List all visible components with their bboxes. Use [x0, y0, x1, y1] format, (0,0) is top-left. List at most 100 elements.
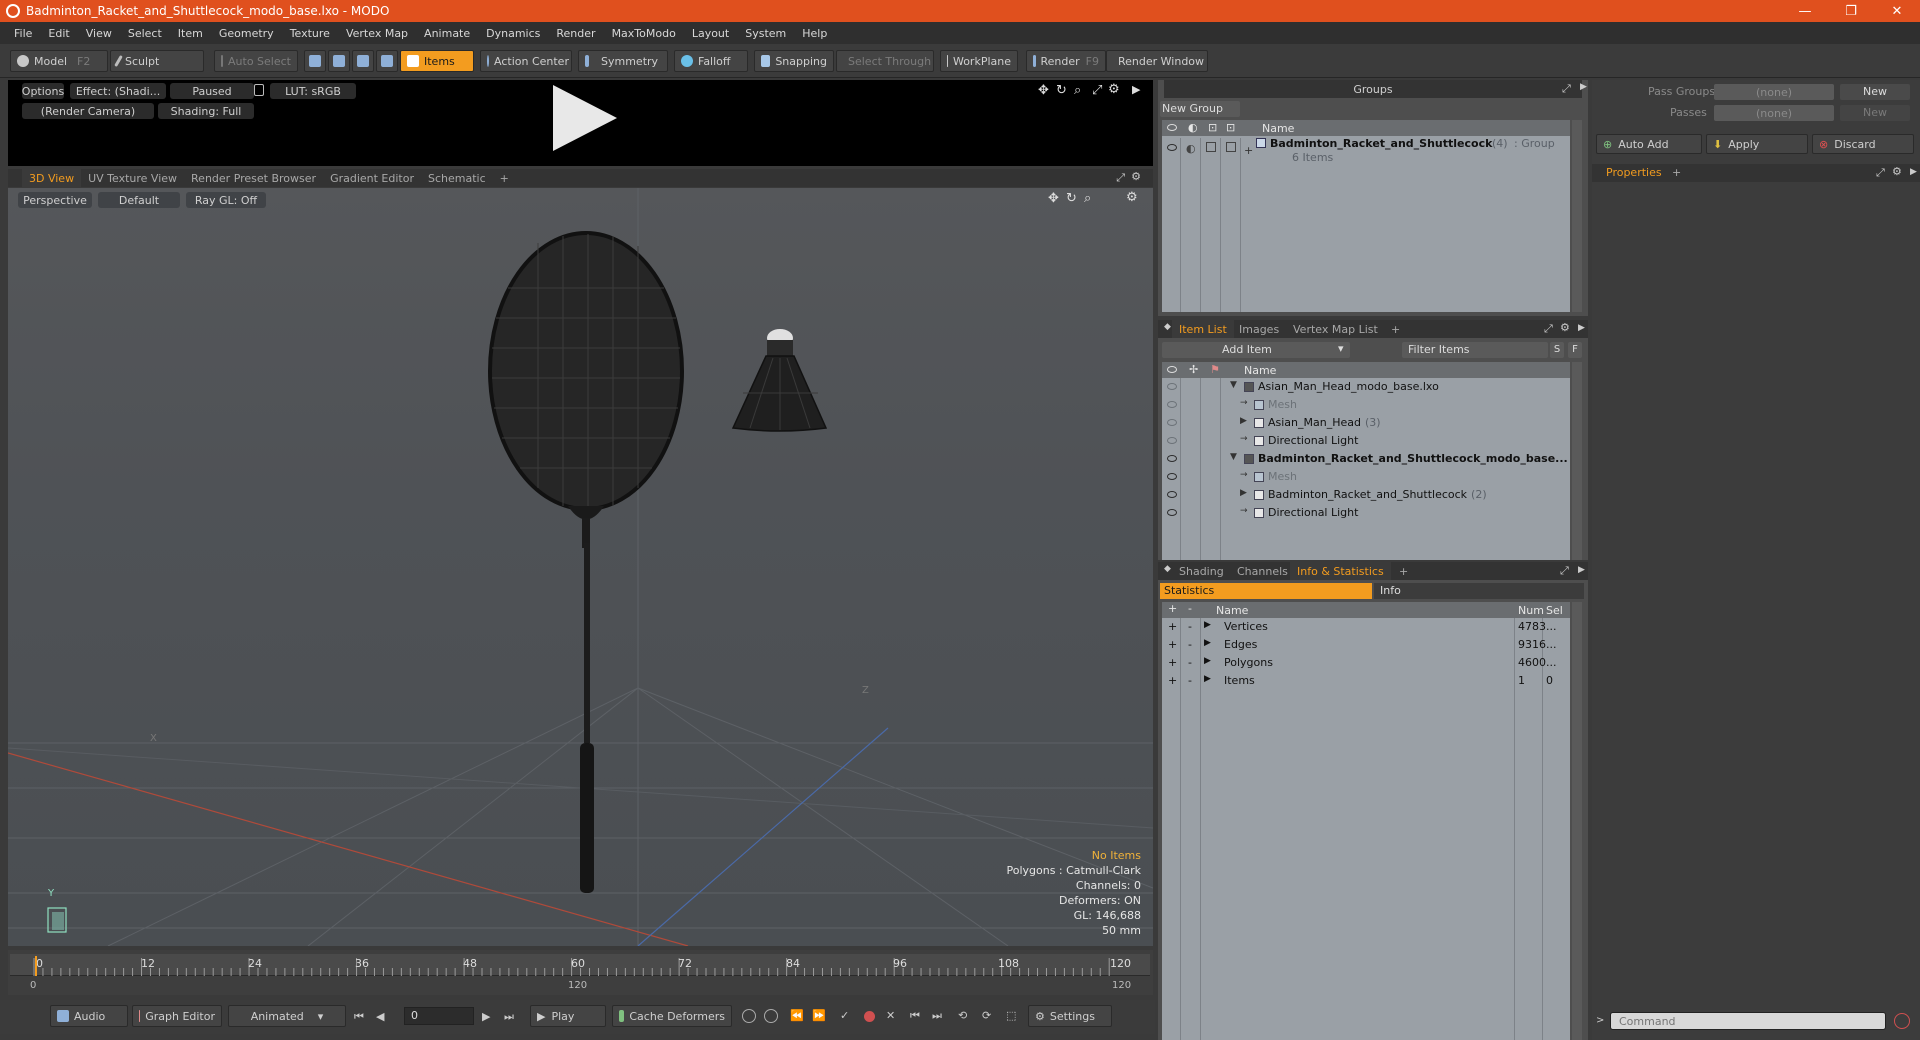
graph-editor-button[interactable]: Graph Editor	[132, 1005, 222, 1027]
groups-maximize-icon[interactable]: ⤢	[1562, 82, 1571, 96]
menu-select[interactable]: Select	[120, 27, 170, 40]
symmetry-button[interactable]: Symmetry	[578, 50, 668, 72]
statistics-subtab[interactable]: Statistics	[1160, 583, 1372, 599]
preview-paused-button[interactable]: Paused	[170, 83, 254, 99]
tab-3d-view[interactable]: 3D View	[22, 169, 82, 187]
command-input[interactable]	[1610, 1012, 1886, 1030]
collapse-icon[interactable]: ▼	[1230, 452, 1237, 462]
add-selection-icon[interactable]: +	[1168, 620, 1177, 633]
tab-gradient-editor[interactable]: Gradient Editor	[323, 169, 421, 187]
polygons-mode-button[interactable]	[352, 50, 374, 72]
visibility-eye-icon[interactable]	[1167, 419, 1177, 426]
viewport-rotate-icon[interactable]: ↻	[1066, 191, 1077, 206]
add-stats-tab-button[interactable]: +	[1392, 562, 1415, 580]
lock-icon[interactable]	[254, 84, 264, 96]
collapse-icon[interactable]: ▼	[1230, 380, 1237, 390]
preview-options-button[interactable]: Options	[22, 83, 64, 99]
visibility-eye-icon[interactable]	[1167, 401, 1177, 408]
passes-dropdown[interactable]: (none)	[1714, 105, 1834, 121]
filter-s-button[interactable]: S	[1550, 342, 1564, 358]
render-toggle-icon[interactable]: ◐	[1186, 142, 1196, 155]
stats-arrow-icon[interactable]: ▶	[1578, 565, 1585, 575]
menu-file[interactable]: File	[6, 27, 40, 40]
child-arrow-icon[interactable]: →	[1240, 470, 1248, 480]
menu-edit[interactable]: Edit	[40, 27, 77, 40]
model-mode-button[interactable]: Model F2	[10, 50, 108, 72]
vertices-mode-button[interactable]	[304, 50, 326, 72]
play-preview-icon[interactable]	[553, 85, 617, 151]
visibility-eye-icon[interactable]	[1167, 144, 1177, 151]
collapse-all-icon[interactable]: -	[1188, 602, 1192, 615]
settings-button[interactable]: ⚙ Settings	[1028, 1005, 1112, 1027]
preview-effect-dropdown[interactable]: Effect: (Shadi...	[70, 83, 166, 99]
key-prev-icon[interactable]: ⏮	[910, 1009, 920, 1023]
remove-selection-icon[interactable]: -	[1188, 638, 1192, 651]
gear-icon[interactable]: ⚙	[1108, 82, 1120, 97]
items-mode-button[interactable]: Items	[400, 50, 474, 72]
command-history-icon[interactable]	[1894, 1013, 1910, 1029]
record-key-icon[interactable]	[742, 1009, 756, 1023]
expand-icon[interactable]: +	[1244, 144, 1253, 157]
itemlist-arrow-icon[interactable]: ▶	[1578, 323, 1585, 333]
set-key-icon[interactable]: ✓	[840, 1009, 849, 1022]
current-frame-input[interactable]: 0	[404, 1007, 474, 1025]
range-mid[interactable]: 120	[568, 980, 587, 991]
maximize-panel-icon[interactable]: ⤢	[1116, 171, 1125, 185]
visibility-eye-icon[interactable]	[1167, 473, 1177, 480]
info-subtab[interactable]: Info	[1374, 583, 1584, 599]
materials-mode-button[interactable]	[376, 50, 398, 72]
expand-icon[interactable]: ▶	[1240, 416, 1247, 426]
zoom-view-icon[interactable]: ⌕	[1074, 83, 1081, 98]
move-view-icon[interactable]: ✥	[1038, 83, 1049, 98]
expand-icon[interactable]: ▶	[1240, 488, 1247, 498]
new-group-button[interactable]: New Group	[1160, 101, 1240, 117]
lock-toggle-icon[interactable]	[1206, 142, 1216, 152]
preview-shading-dropdown[interactable]: Shading: Full	[158, 103, 254, 119]
menu-animate[interactable]: Animate	[416, 27, 478, 40]
menu-geometry[interactable]: Geometry	[211, 27, 282, 40]
menu-help[interactable]: Help	[794, 27, 835, 40]
step-back-icon[interactable]: ◀	[376, 1010, 384, 1023]
tab-channels[interactable]: Channels	[1230, 562, 1295, 580]
menu-render[interactable]: Render	[548, 27, 603, 40]
tab-vertex-map-list[interactable]: Vertex Map List	[1286, 320, 1385, 338]
color-col-icon[interactable]: ⚑	[1210, 363, 1220, 376]
list-item[interactable]: ▼ Badminton_Racket_and_Shuttlecock_modo_b…	[1162, 450, 1570, 468]
animated-dropdown[interactable]: Animated ▾	[228, 1005, 346, 1027]
default-dropdown[interactable]: Default	[98, 192, 180, 208]
list-item[interactable]: ▼ Asian_Man_Head_modo_base.lxo	[1162, 378, 1570, 396]
step-forward-icon[interactable]: ▶	[482, 1010, 490, 1023]
groups-scrollbar[interactable]	[1572, 120, 1582, 312]
statistics-table[interactable]: + - Name Num Sel + - ▶ Vertices 4783... + - ▶ Ed…	[1162, 602, 1570, 1040]
record-icon[interactable]	[864, 1011, 875, 1022]
render-button[interactable]: Render F9	[1026, 50, 1106, 72]
tab-properties[interactable]: Properties	[1606, 166, 1662, 179]
timeline[interactable]: 0 12 24 36 48 60 72 84 96 108 120 0 120 …	[8, 950, 1153, 995]
properties-maximize-icon[interactable]: ⤢	[1876, 166, 1885, 180]
table-row[interactable]: + - ▶ Edges 9316...	[1162, 636, 1570, 654]
badminton-racket-model[interactable]	[488, 231, 684, 893]
maximize-view-icon[interactable]: ⤢	[1092, 83, 1102, 98]
falloff-button[interactable]: Falloff	[674, 50, 748, 72]
stats-scrollbar[interactable]	[1572, 602, 1582, 1040]
pass-groups-dropdown[interactable]: (none)	[1714, 84, 1834, 100]
visibility-eye-icon[interactable]	[1167, 455, 1177, 462]
tab-images[interactable]: Images	[1232, 320, 1286, 338]
itemlist-name-column[interactable]: Name	[1244, 364, 1276, 377]
expand-icon[interactable]: ▶	[1204, 674, 1211, 684]
list-item[interactable]: → Mesh	[1162, 468, 1570, 486]
properties-gear-icon[interactable]: ⚙	[1892, 165, 1902, 178]
tab-render-preset-browser[interactable]: Render Preset Browser	[184, 169, 323, 187]
go-to-end-icon[interactable]: ⏭	[504, 1010, 514, 1024]
menu-system[interactable]: System	[737, 27, 794, 40]
range-start[interactable]: 0	[30, 980, 36, 991]
edges-mode-button[interactable]	[328, 50, 350, 72]
sculpt-mode-button[interactable]: Sculpt	[110, 50, 204, 72]
stats-maximize-icon[interactable]: ⤢	[1560, 564, 1569, 578]
table-row[interactable]: + - ▶ Polygons 4600...	[1162, 654, 1570, 672]
groups-arrow-icon[interactable]: ▶	[1580, 82, 1587, 92]
range-end[interactable]: 120	[1112, 980, 1131, 991]
expand-icon[interactable]: ▶	[1204, 656, 1211, 666]
select-through-button[interactable]: Select Through	[836, 50, 934, 72]
item-list-tree[interactable]: ✢ ⚑ Name ▼ Asian_Man_Head_modo_base.lxo → M…	[1162, 362, 1570, 560]
